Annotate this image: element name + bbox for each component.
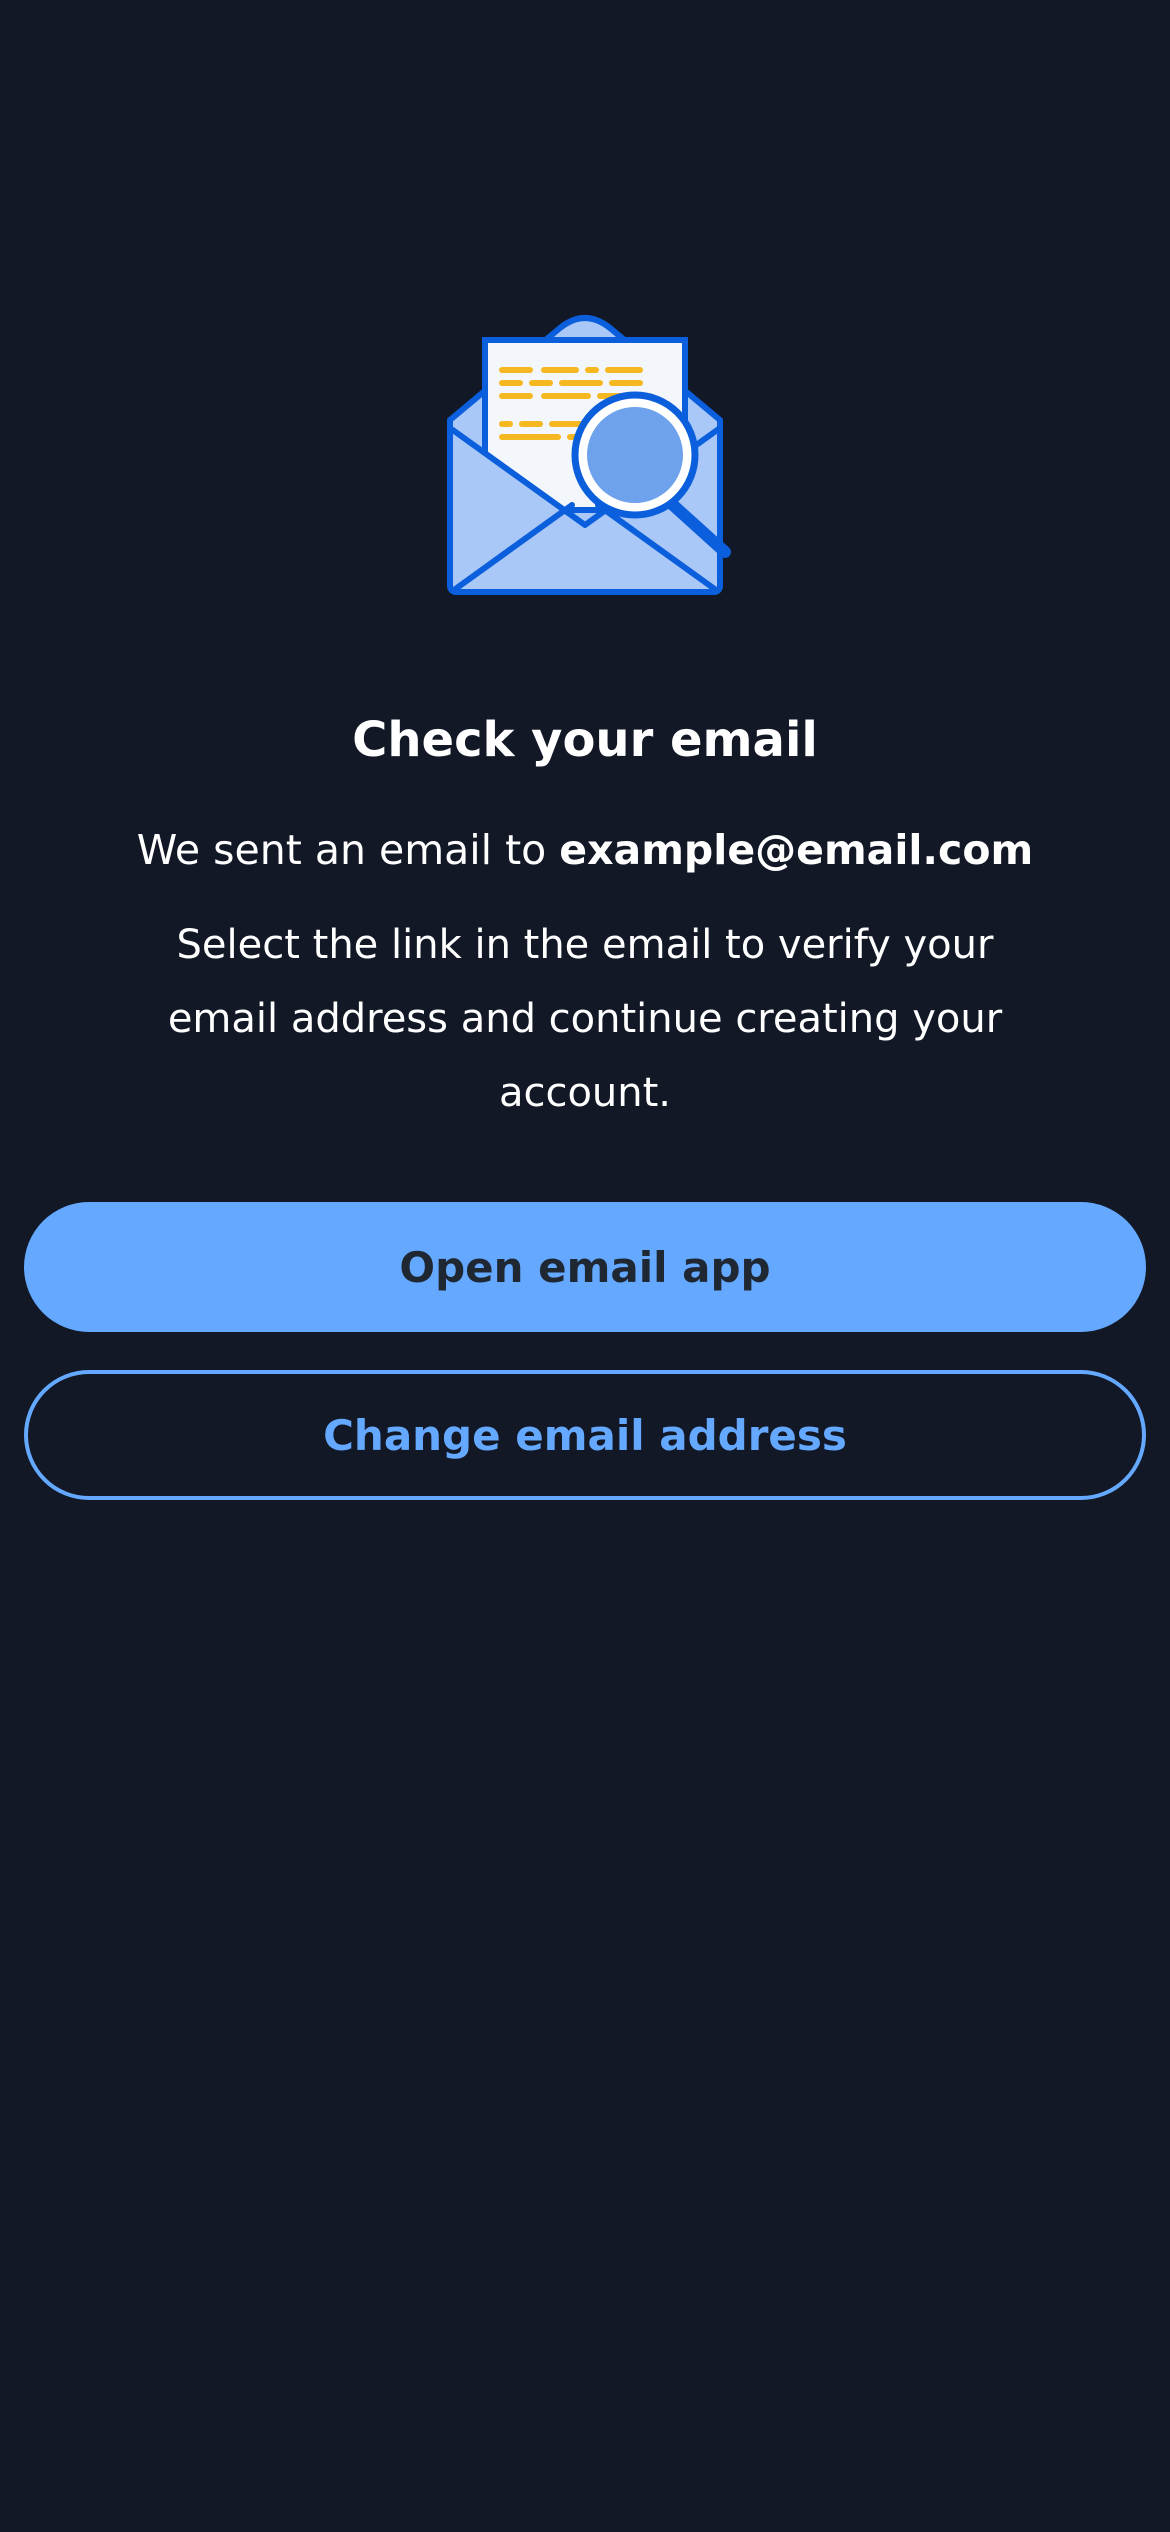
sent-email-prefix: We sent an email to [136,826,560,874]
recipient-email: example@email.com [559,826,1034,874]
email-illustration [440,300,740,600]
page-title: Check your email [352,712,818,768]
sent-email-message: We sent an email to example@email.com [0,820,1170,880]
envelope-magnifier-icon [447,315,731,595]
open-email-app-button[interactable]: Open email app [24,1202,1146,1332]
verify-instructions: Select the link in the email to verify y… [167,922,1003,1116]
change-email-address-button[interactable]: Change email address [24,1370,1146,1500]
